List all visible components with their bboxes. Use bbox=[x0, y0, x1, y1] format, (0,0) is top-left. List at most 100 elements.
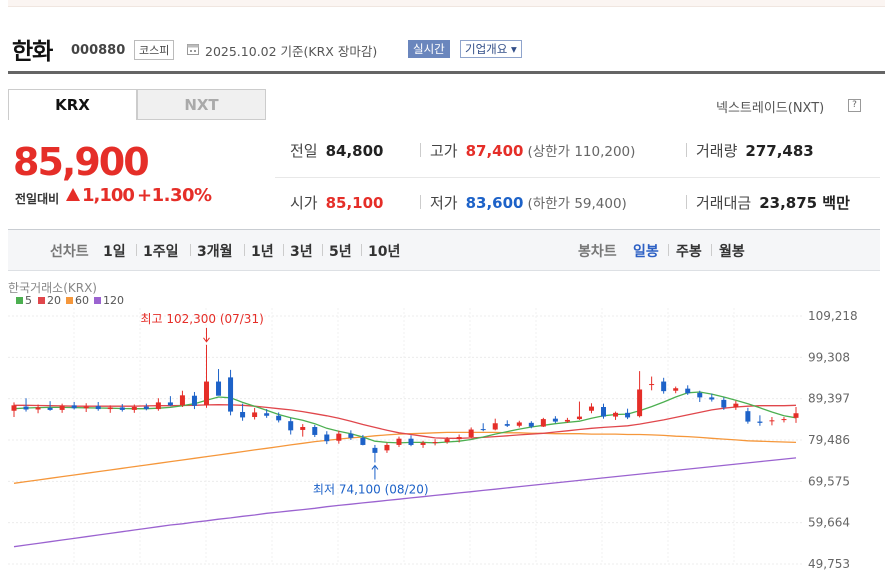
change-label: 전일대비 bbox=[15, 192, 60, 206]
stat-separator bbox=[686, 143, 687, 157]
legend-swatch bbox=[38, 297, 45, 304]
y-tick-label: 79,486 bbox=[808, 433, 850, 447]
candle-body bbox=[685, 388, 691, 394]
exchange-tabs: KRX NXT bbox=[8, 89, 268, 121]
tab-nxt[interactable]: NXT bbox=[137, 89, 266, 120]
candle-body bbox=[71, 405, 77, 409]
candle-body bbox=[167, 402, 173, 406]
candle-body bbox=[480, 429, 486, 431]
candle-body bbox=[131, 406, 137, 410]
y-tick-label: 99,308 bbox=[808, 350, 850, 364]
period-3y[interactable]: 3년 bbox=[290, 241, 313, 261]
candle-body bbox=[528, 422, 534, 427]
period-monthly[interactable]: 월봉 bbox=[719, 241, 745, 261]
candle-body bbox=[637, 389, 643, 417]
period-5y[interactable]: 5년 bbox=[329, 241, 352, 261]
candle-body bbox=[155, 402, 161, 410]
period-1w[interactable]: 1주일 bbox=[143, 241, 179, 261]
realtime-button[interactable]: 실시간 bbox=[408, 40, 450, 58]
period-weekly[interactable]: 주봉 bbox=[676, 241, 702, 261]
lower-limit: (하한가 59,400) bbox=[527, 196, 627, 212]
candle-body bbox=[408, 438, 414, 445]
date-basis: 2025.10.02 기준(KRX 장마감) bbox=[205, 44, 378, 59]
candle-body bbox=[47, 407, 53, 410]
stock-header: 한화 000880 코스피 2025.10.02 기준(KRX 장마감) 실시간… bbox=[0, 30, 885, 70]
y-tick-label: 49,753 bbox=[808, 557, 850, 571]
period-separator bbox=[668, 244, 669, 256]
candle-body bbox=[119, 407, 125, 410]
chart-source-label: 한국거래소(KRX) bbox=[8, 281, 97, 295]
low-value: 83,600 bbox=[465, 194, 524, 212]
candle-body bbox=[576, 416, 582, 420]
calendar-icon bbox=[187, 44, 199, 55]
period-separator bbox=[322, 244, 323, 256]
company-overview-button[interactable]: 기업개요 ▾ bbox=[460, 40, 522, 58]
period-1d[interactable]: 1일 bbox=[103, 241, 126, 261]
period-daily[interactable]: 일봉 bbox=[633, 241, 659, 261]
candle-body bbox=[240, 411, 246, 418]
header-divider bbox=[8, 71, 885, 74]
candle-body bbox=[312, 427, 318, 435]
period-1y[interactable]: 1년 bbox=[251, 241, 274, 261]
period-bar: 선차트 1일 1주일 3개월 1년 3년 5년 10년 봉차트 일봉 주봉 월봉 bbox=[8, 229, 880, 271]
upper-limit: (상한가 110,200) bbox=[527, 144, 636, 160]
candle-body bbox=[745, 411, 751, 422]
candle-body bbox=[649, 384, 655, 386]
candle-body bbox=[420, 442, 426, 445]
candle-body bbox=[288, 421, 294, 431]
candle-body bbox=[95, 406, 101, 410]
high-label: 고가 bbox=[430, 142, 458, 160]
prev-close-value: 84,800 bbox=[325, 142, 384, 160]
nextrade-link[interactable]: 넥스트레이드(NXT) bbox=[716, 97, 824, 116]
candle-body bbox=[492, 423, 498, 430]
chart-legend: 5 20 60 120 bbox=[16, 294, 124, 307]
period-separator bbox=[711, 244, 712, 256]
candle-body bbox=[35, 407, 41, 410]
period-separator bbox=[136, 244, 137, 256]
candle-body bbox=[516, 422, 522, 426]
current-price: 85,900 bbox=[13, 140, 150, 184]
price-chart[interactable]: 109,218 99,308 89,397 79,486 69,575 59,664 49,… bbox=[8, 278, 885, 576]
y-tick-label: 109,218 bbox=[808, 309, 858, 323]
candle-body bbox=[107, 407, 113, 410]
candle-body bbox=[444, 439, 450, 443]
trade-value-label: 거래대금 bbox=[696, 194, 752, 212]
candle-body bbox=[601, 406, 607, 417]
candle-body bbox=[228, 377, 234, 412]
period-10y[interactable]: 10년 bbox=[368, 241, 400, 261]
candle-chart-label: 봉차트 bbox=[578, 244, 617, 260]
top-band bbox=[8, 0, 885, 7]
period-3m[interactable]: 3개월 bbox=[197, 241, 233, 261]
candle-body bbox=[23, 406, 29, 410]
stat-separator bbox=[686, 195, 687, 209]
stat-open: 시가 85,100 bbox=[290, 192, 384, 213]
candle-body bbox=[324, 434, 330, 442]
help-icon[interactable]: ? bbox=[848, 99, 861, 112]
candle-body bbox=[613, 412, 619, 417]
legend-swatch bbox=[16, 297, 23, 304]
legend-swatch bbox=[94, 297, 101, 304]
candle-body bbox=[564, 419, 570, 422]
tab-krx[interactable]: KRX bbox=[8, 89, 137, 120]
period-separator bbox=[190, 244, 191, 256]
market-badge: 코스피 bbox=[134, 40, 175, 60]
open-label: 시가 bbox=[290, 194, 318, 212]
candle-body bbox=[757, 421, 763, 423]
prev-close-label: 전일 bbox=[290, 142, 318, 160]
candle-body bbox=[11, 405, 17, 411]
change-percent: +1.30% bbox=[137, 185, 212, 206]
candle-body bbox=[661, 381, 667, 392]
legend-label: 60 bbox=[75, 294, 89, 307]
y-tick-label: 69,575 bbox=[808, 474, 850, 488]
stat-prev-close: 전일 84,800 bbox=[290, 140, 384, 161]
candle-body bbox=[360, 437, 366, 445]
candle-body bbox=[793, 413, 799, 418]
candle-body bbox=[300, 427, 306, 430]
low-annotation-label: 최저 74,100 (08/20) bbox=[313, 482, 429, 496]
candle-body bbox=[216, 381, 222, 396]
candle-body bbox=[59, 405, 65, 410]
candle-body bbox=[191, 395, 197, 406]
candle-body bbox=[179, 395, 185, 406]
period-separator bbox=[361, 244, 362, 256]
candle-body bbox=[264, 413, 270, 416]
